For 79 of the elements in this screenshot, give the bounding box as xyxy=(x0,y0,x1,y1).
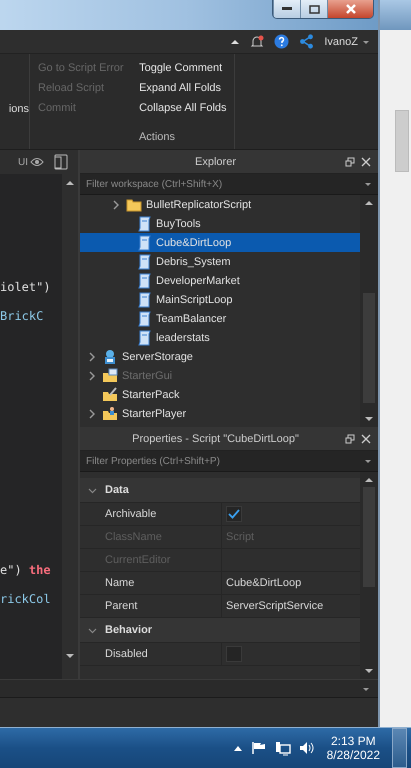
scroll-down-icon[interactable] xyxy=(65,651,75,661)
property-value[interactable]: ServerScriptService xyxy=(226,600,324,612)
folder-person-icon xyxy=(102,406,118,421)
group-label: Actions xyxy=(138,131,176,145)
tree-item[interactable]: BulletReplicatorScript xyxy=(80,195,360,214)
tree-item[interactable]: ServerStorage xyxy=(80,347,360,366)
panel-title: Explorer xyxy=(194,156,237,168)
property-name: Name xyxy=(80,572,222,594)
device-icon[interactable] xyxy=(54,154,68,170)
script-icon xyxy=(138,272,152,288)
network-icon[interactable] xyxy=(274,740,291,756)
undock-icon[interactable] xyxy=(345,434,355,444)
property-name: Archivable xyxy=(80,503,222,525)
tree-item[interactable]: DeveloperMarket xyxy=(80,271,360,290)
tree-item[interactable]: Cube&DirtLoop xyxy=(80,233,360,252)
panel-title: Properties - Script "CubeDirtLoop" xyxy=(131,432,300,444)
caret-icon[interactable] xyxy=(364,180,372,188)
code-line: e") the xyxy=(0,563,52,579)
speaker-icon[interactable] xyxy=(298,741,315,755)
scroll-up-icon[interactable] xyxy=(364,475,374,485)
show-desktop-button[interactable] xyxy=(392,728,407,768)
scroll-up-icon[interactable] xyxy=(65,178,75,188)
folder-tool-icon xyxy=(102,387,118,402)
tree-item[interactable]: leaderstats xyxy=(80,328,360,347)
chevron-icon[interactable] xyxy=(112,200,120,210)
ribbon-button[interactable]: Toggle Comment xyxy=(139,60,234,76)
window-title-bar xyxy=(380,0,411,30)
tree-item[interactable]: TeamBalancer xyxy=(80,309,360,328)
property-value[interactable]: Cube&DirtLoop xyxy=(226,577,302,589)
code-line: rickCol xyxy=(0,592,52,608)
account-menu[interactable]: IvanoZ xyxy=(324,36,370,48)
minimize-icon xyxy=(282,7,292,11)
chevron-icon[interactable] xyxy=(88,408,96,418)
code-line: BrickC xyxy=(0,309,44,325)
section-header[interactable]: Behavior xyxy=(80,618,360,643)
flag-icon[interactable] xyxy=(250,741,267,755)
script-icon xyxy=(138,330,152,346)
script-icon xyxy=(138,216,152,232)
clock[interactable]: 2:13 PM 8/28/2022 xyxy=(322,734,384,762)
maximize-icon xyxy=(308,4,320,14)
script-icon xyxy=(138,234,152,250)
help-icon[interactable] xyxy=(274,34,290,49)
folder-icon xyxy=(126,198,142,212)
ui-visibility-toggle[interactable]: UI xyxy=(18,156,44,168)
property-name: Parent xyxy=(80,595,222,617)
property-name: Disabled xyxy=(80,643,222,665)
scroll-down-icon[interactable] xyxy=(364,414,374,424)
script-icon xyxy=(138,292,152,308)
script-icon xyxy=(138,310,152,326)
caret-icon[interactable] xyxy=(364,457,372,465)
undock-icon[interactable] xyxy=(345,156,355,166)
tray-expand-icon[interactable] xyxy=(232,744,243,752)
close-icon xyxy=(344,4,356,14)
close-button[interactable] xyxy=(327,0,373,18)
scroll-up-icon[interactable] xyxy=(364,198,374,208)
tree-item[interactable]: Debris_System xyxy=(80,252,360,271)
storage-icon xyxy=(102,348,118,364)
minimize-button[interactable] xyxy=(273,0,300,18)
script-icon xyxy=(138,254,152,270)
tree-item[interactable]: StarterPlayer xyxy=(80,404,360,423)
checkbox[interactable] xyxy=(226,506,242,522)
chevron-icon xyxy=(88,486,97,494)
scroll-down-icon[interactable] xyxy=(364,666,374,676)
scrollbar-thumb[interactable] xyxy=(395,110,409,172)
close-icon[interactable] xyxy=(360,434,372,444)
share-icon[interactable] xyxy=(299,34,314,49)
section-header[interactable]: Data xyxy=(80,478,360,503)
folder-window-icon xyxy=(102,368,118,383)
code-line: iolet") xyxy=(0,280,52,296)
close-icon[interactable] xyxy=(360,156,372,166)
bell-icon[interactable] xyxy=(250,34,264,48)
ribbon-label: ions xyxy=(8,102,29,114)
maximize-button[interactable] xyxy=(300,0,327,18)
tree-item[interactable]: MainScriptLoop xyxy=(80,290,360,309)
ribbon-button[interactable]: Expand All Folds xyxy=(139,80,234,96)
tree-item[interactable]: StarterPack xyxy=(80,385,360,404)
tree-item[interactable]: BuyTools xyxy=(80,214,360,233)
chevron-icon xyxy=(88,626,97,634)
ribbon-button[interactable]: Collapse All Folds xyxy=(139,100,234,116)
